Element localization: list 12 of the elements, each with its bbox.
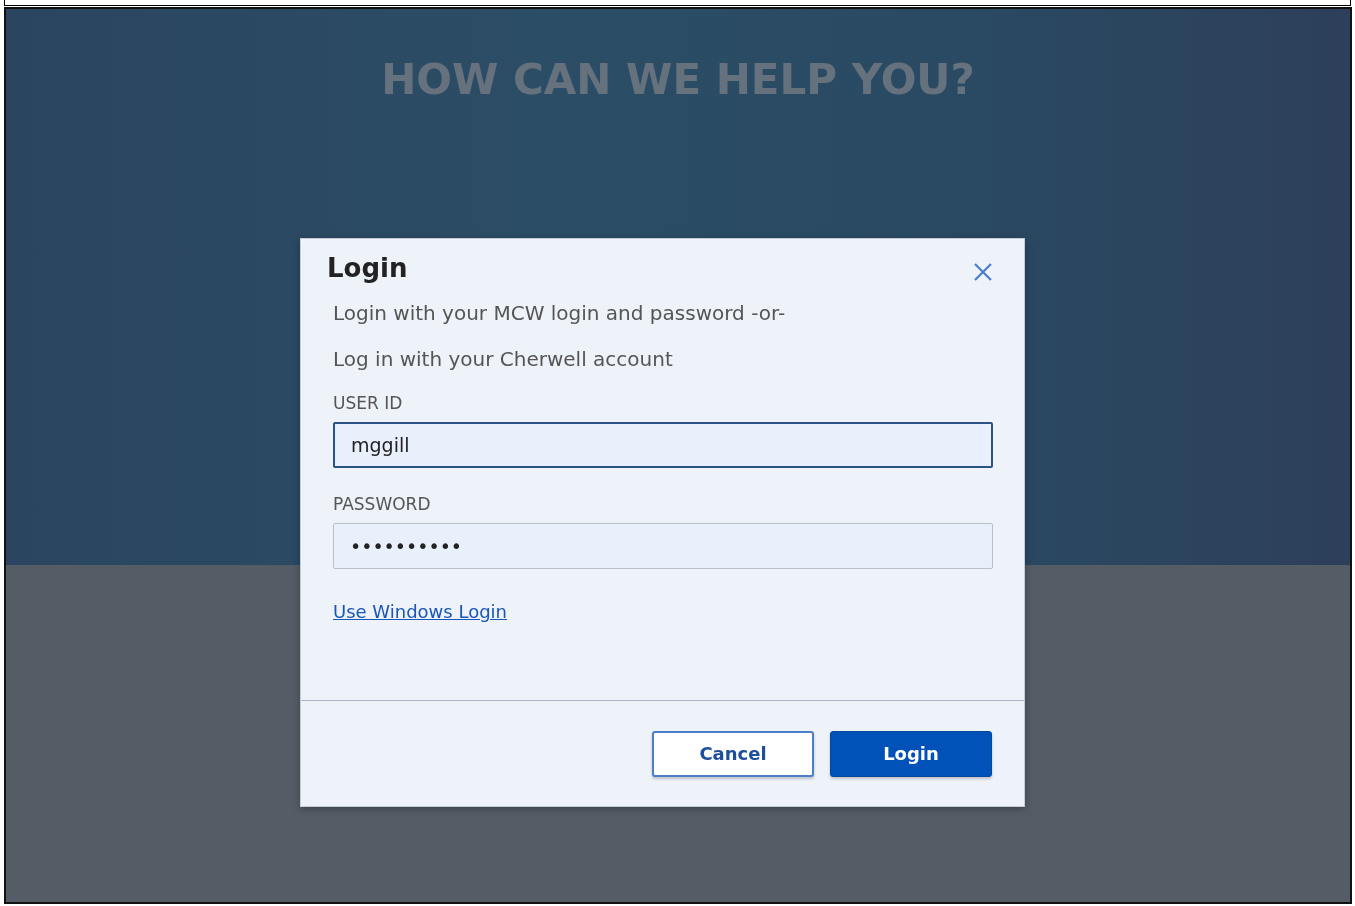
cancel-button[interactable]: Cancel xyxy=(652,730,814,777)
input-field[interactable]: •••••••••• xyxy=(333,523,993,569)
login-button[interactable]: Login xyxy=(830,730,992,777)
page-heading: HOW CAN WE HELP YOU? xyxy=(381,55,975,104)
windows-login-link[interactable]: Use Windows Login xyxy=(333,601,507,622)
dialog-title: Login xyxy=(327,253,408,283)
instruction-text: Log in with your Cherwell account xyxy=(333,347,673,371)
field-label: PASSWORD xyxy=(333,494,431,514)
field-label: USER ID xyxy=(333,393,403,413)
instruction-text: Login with your MCW login and password -or- xyxy=(333,301,786,325)
input-field[interactable]: mggill xyxy=(333,422,993,468)
close-icon[interactable] xyxy=(972,261,994,283)
